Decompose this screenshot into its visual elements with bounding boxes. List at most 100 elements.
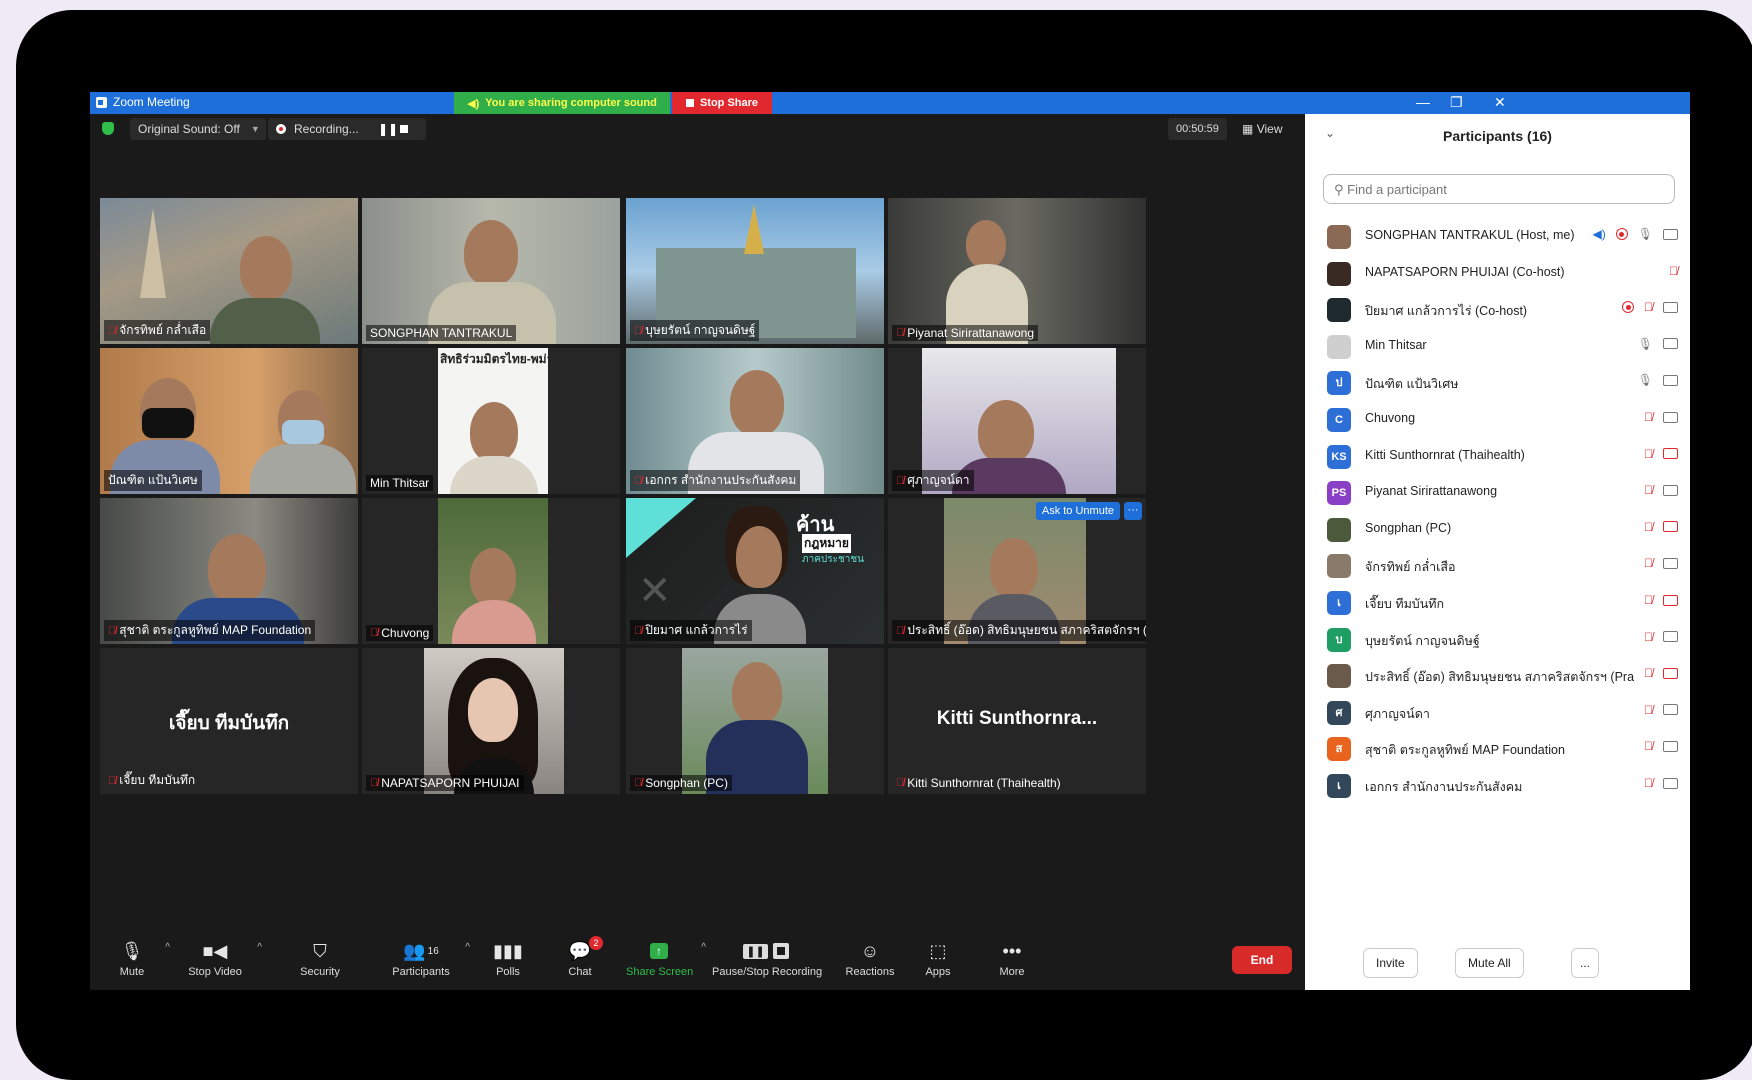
microphone-icon[interactable]: 🎙 (1638, 227, 1653, 241)
close-icon[interactable]: ✕ (1494, 94, 1506, 111)
participant-row[interactable]: บ บุษยรัตน์ กาญจนดิษฐ์ 🎙̸ (1305, 619, 1690, 660)
video-tile[interactable]: 🎙̸ Songphan (PC) (626, 648, 884, 794)
apps-button[interactable]: ⬚ Apps (920, 938, 956, 979)
pause-recording-icon[interactable]: ❚❚ (378, 118, 398, 140)
video-camera-icon[interactable] (1663, 484, 1678, 496)
video-tile-no-video[interactable]: Kitti Sunthornra... 🎙̸ Kitti Sunthornrat … (888, 648, 1146, 794)
video-tile-no-video[interactable]: เจี๊ยบ ทีมบันทึก 🎙̸ เจี๊ยบ ทีมบันทึก (100, 648, 358, 794)
participant-row[interactable]: Min Thitsar 🎙 (1305, 326, 1690, 367)
stop-video-button[interactable]: ■◀ Stop Video ^ (182, 938, 262, 979)
invite-button[interactable]: Invite (1363, 948, 1418, 978)
pause-stop-recording-button[interactable]: ❚❚ Pause/Stop Recording (712, 938, 822, 978)
muted-mic-icon[interactable]: 🎙̸ (1644, 739, 1653, 753)
video-tile[interactable]: 🎙̸ ศุภาญจน์ดา (888, 348, 1146, 494)
chevron-up-icon[interactable]: ^ (701, 942, 706, 953)
video-off-icon[interactable] (1663, 594, 1678, 606)
participant-row[interactable]: ศ ศุภาญจน์ดา 🎙̸ (1305, 692, 1690, 733)
participant-row[interactable]: KS Kitti Sunthornrat (Thaihealth) 🎙̸ (1305, 436, 1690, 477)
video-camera-icon[interactable] (1663, 374, 1678, 386)
video-tile[interactable]: 🎙̸ บุษยรัตน์ กาญจนดิษฐ์ (626, 198, 884, 344)
chevron-up-icon[interactable]: ^ (465, 942, 470, 953)
chevron-up-icon[interactable]: ^ (165, 942, 170, 953)
video-camera-icon[interactable] (1663, 740, 1678, 752)
muted-mic-icon[interactable]: 🎙̸ (1644, 666, 1653, 680)
video-tile-active-speaker[interactable]: SONGPHAN TANTRAKUL (362, 198, 620, 344)
security-button[interactable]: ⛉ Security (296, 938, 344, 979)
stop-share-button[interactable]: Stop Share (672, 92, 772, 114)
participant-name: จักรทิพย์ กล่ำเสือ (1365, 560, 1456, 575)
speaker-icon: ◀) (467, 97, 480, 110)
muted-mic-icon[interactable]: 🎙̸ (1644, 556, 1653, 570)
participants-button[interactable]: 👥 16 Participants ^ (386, 938, 470, 979)
muted-mic-icon[interactable]: 🎙̸ (1644, 447, 1653, 461)
mute-button[interactable]: 🎙 Mute ^ (108, 938, 170, 979)
muted-mic-icon[interactable]: 🎙̸ (1644, 520, 1653, 534)
video-off-icon[interactable] (1663, 448, 1678, 460)
original-sound-dropdown[interactable]: Original Sound: Off ▼ (130, 118, 266, 140)
muted-mic-icon[interactable]: 🎙̸ (1644, 703, 1653, 717)
minimize-icon[interactable]: — (1416, 94, 1430, 110)
muted-mic-icon[interactable]: 🎙̸ (1644, 776, 1653, 790)
video-off-icon[interactable] (1663, 521, 1678, 533)
panel-more-button[interactable]: ... (1571, 948, 1600, 978)
tile-more-button[interactable]: ··· (1124, 502, 1142, 520)
participant-row[interactable]: ป ปัณฑิต แป้นวิเศษ 🎙 (1305, 362, 1690, 403)
video-camera-icon[interactable] (1663, 338, 1678, 350)
encryption-shield-icon[interactable] (102, 122, 114, 135)
participant-row[interactable]: SONGPHAN TANTRAKUL (Host, me) ◀) 🎙 (1305, 216, 1690, 257)
muted-mic-icon[interactable]: 🎙̸ (1644, 593, 1653, 607)
video-tile[interactable]: 🎙̸ จักรทิพย์ กล่ำเสือ (100, 198, 358, 344)
video-tile[interactable]: 🎙̸ เอกกร สำนักงานประกันสังคม (626, 348, 884, 494)
video-camera-icon[interactable] (1663, 777, 1678, 789)
video-camera-icon[interactable] (1663, 411, 1678, 423)
muted-mic-icon[interactable]: 🎙̸ (1644, 300, 1653, 314)
video-tile[interactable]: 🎙̸ Chuvong (362, 498, 620, 644)
speaker-icon: ◀) (1592, 227, 1606, 241)
video-tile[interactable]: 🎙̸ NAPATSAPORN PHUIJAI (362, 648, 620, 794)
participant-row[interactable]: เ เอกกร สำนักงานประกันสังคม 🎙̸ (1305, 765, 1690, 806)
ask-to-unmute-button[interactable]: Ask to Unmute (1035, 502, 1120, 520)
end-meeting-button[interactable]: End (1232, 946, 1292, 974)
polls-label: Polls (496, 966, 520, 978)
video-camera-icon[interactable] (1663, 704, 1678, 716)
video-tile[interactable]: 🎙̸ Piyanat Sirirattanawong (888, 198, 1146, 344)
participant-row[interactable]: Songphan (PC) 🎙̸ (1305, 509, 1690, 550)
muted-mic-icon[interactable]: 🎙̸ (1669, 264, 1678, 278)
video-camera-icon[interactable] (1663, 301, 1678, 313)
muted-mic-icon[interactable]: 🎙̸ (1644, 410, 1653, 424)
participant-row[interactable]: NAPATSAPORN PHUIJAI (Co-host) 🎙̸ (1305, 253, 1690, 294)
avatar: ศ (1327, 700, 1351, 725)
video-camera-icon[interactable] (1663, 631, 1678, 643)
restore-icon[interactable]: ❐ (1450, 94, 1463, 111)
video-camera-icon[interactable] (1663, 557, 1678, 569)
reactions-button[interactable]: ☺ Reactions (842, 938, 898, 979)
participant-row[interactable]: จักรทิพย์ กล่ำเสือ 🎙̸ (1305, 545, 1690, 586)
chevron-up-icon[interactable]: ^ (257, 942, 262, 953)
video-off-icon[interactable] (1663, 667, 1678, 679)
video-tile[interactable]: 🎙̸ สุชาติ ตระกูลหูทิพย์ MAP Foundation (100, 498, 358, 644)
chat-button[interactable]: 💬 2 Chat (562, 936, 603, 978)
search-participant-input[interactable]: ⚲ Find a participant (1323, 174, 1675, 204)
participant-row[interactable]: ปิยมาศ แกล้วการไร่ (Co-host) 🎙̸ (1305, 289, 1690, 330)
participant-row[interactable]: ส สุชาติ ตระกูลหูทิพย์ MAP Foundation 🎙̸ (1305, 728, 1690, 769)
microphone-icon[interactable]: 🎙 (1638, 373, 1653, 387)
share-screen-button[interactable]: ↑ Share Screen ^ (626, 938, 706, 978)
video-camera-icon[interactable] (1663, 228, 1678, 240)
participant-row[interactable]: ประสิทธิ์ (อ๊อด) สิทธิมนุษยชน สภาคริสตจั… (1305, 655, 1690, 696)
video-tile[interactable]: Ask to Unmute ··· 🎙̸ ประสิทธิ์ (อ๊อด) สิท… (888, 498, 1146, 644)
participant-status: 🎙 (1638, 373, 1678, 387)
participant-row[interactable]: C Chuvong 🎙̸ (1305, 399, 1690, 440)
participant-row[interactable]: เ เจี๊ยบ ทีมบันทึก 🎙̸ (1305, 582, 1690, 623)
participant-row[interactable]: PS Piyanat Sirirattanawong 🎙̸ (1305, 472, 1690, 513)
stop-recording-icon[interactable] (400, 125, 408, 133)
video-tile[interactable]: สิทธิร่วมมิตรไทย-พม่า(มร Min Thitsar (362, 348, 620, 494)
mute-all-button[interactable]: Mute All (1455, 948, 1524, 978)
more-button[interactable]: ••• More (994, 938, 1030, 979)
view-button[interactable]: ▦ View (1242, 118, 1282, 140)
muted-mic-icon[interactable]: 🎙̸ (1644, 630, 1653, 644)
video-tile[interactable]: ปัณฑิต แป้นวิเศษ (100, 348, 358, 494)
polls-button[interactable]: ▮▮▮ Polls (490, 938, 526, 979)
microphone-icon[interactable]: 🎙 (1638, 337, 1653, 351)
video-tile[interactable]: ค้าน กฎหมาย ภาคประชาชน ✕ 🎙̸ ปิยมาศ แกล้วก… (626, 498, 884, 644)
muted-mic-icon[interactable]: 🎙̸ (1644, 483, 1653, 497)
